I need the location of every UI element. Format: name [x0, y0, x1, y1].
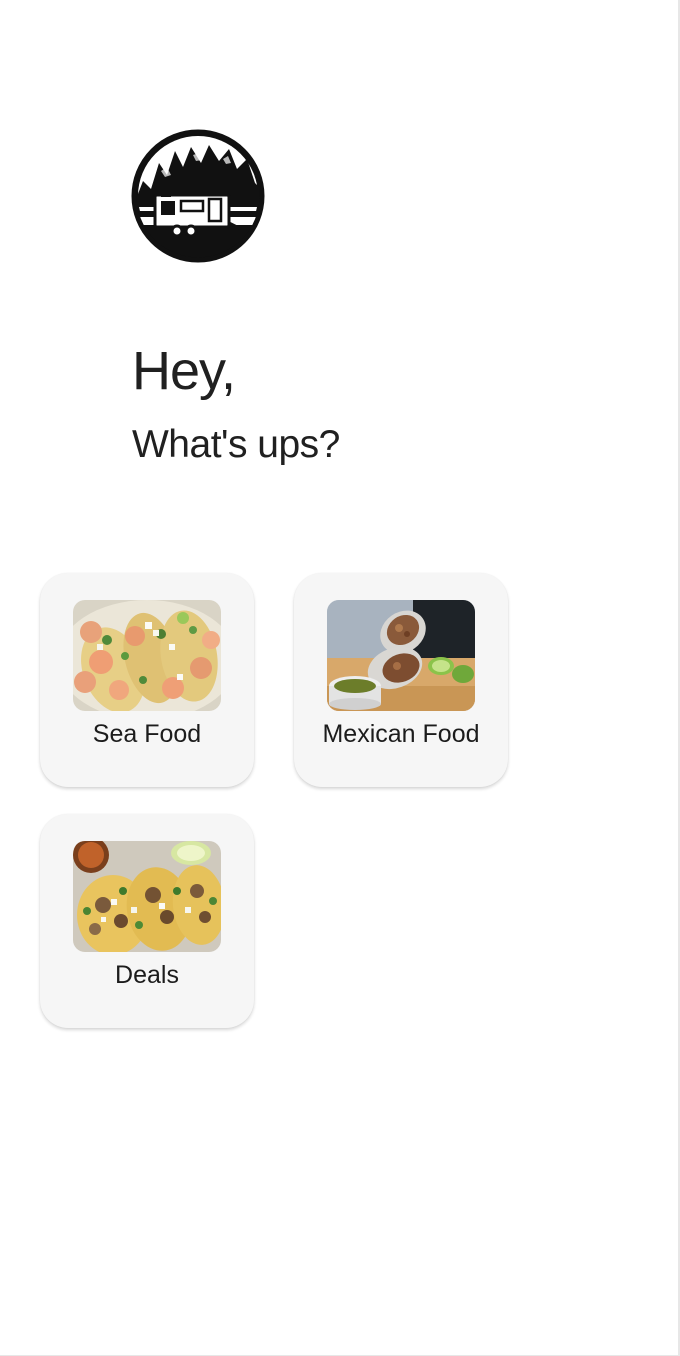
greeting-title: Hey,: [132, 341, 236, 401]
category-label: Sea Food: [92, 720, 202, 748]
category-card-deals[interactable]: Deals: [40, 814, 254, 1028]
burrito-with-salsa-photo: [327, 600, 475, 711]
shrimp-tacos-photo: [73, 600, 221, 711]
food-truck-logo: [131, 129, 265, 263]
greeting-subtitle: What's ups?: [132, 423, 340, 466]
category-card-sea-food[interactable]: Sea Food: [40, 573, 254, 787]
category-label: Deals: [115, 961, 179, 989]
category-card-mexican-food[interactable]: Mexican Food: [294, 573, 508, 787]
category-label: Mexican Food: [322, 720, 480, 748]
street-tacos-photo: [73, 841, 221, 952]
